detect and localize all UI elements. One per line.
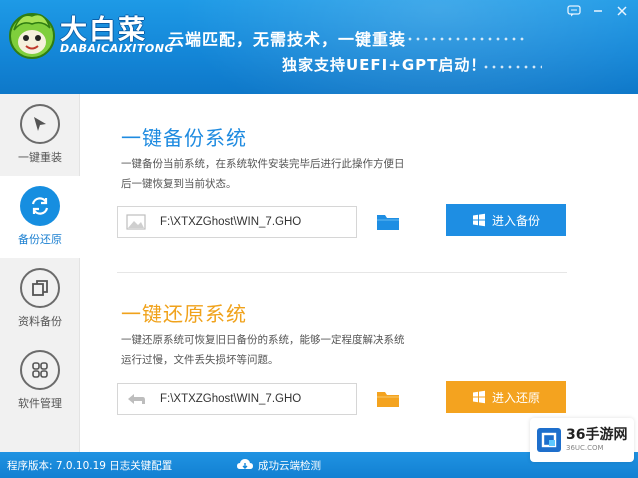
- window-controls: [564, 3, 632, 19]
- sidebar-item-label: 一键重装: [18, 151, 62, 164]
- enter-restore-button[interactable]: 进入还原: [446, 381, 566, 413]
- backup-path-field[interactable]: F:\XTXZGhost\WIN_7.GHO: [117, 206, 357, 238]
- restore-path-value: F:\XTXZGhost\WIN_7.GHO: [160, 393, 302, 405]
- sidebar-item-software-manager[interactable]: 软件管理: [0, 340, 80, 422]
- sidebar-item-label: 备份还原: [18, 233, 62, 246]
- app-logo-subtitle: DABAICAIXITONG: [60, 42, 174, 55]
- folder-browse-icon[interactable]: [375, 211, 401, 233]
- copy-squares-icon: [20, 268, 60, 308]
- watermark-url: 36UC.COM: [566, 444, 604, 452]
- section-divider: [117, 272, 567, 273]
- main-panel: 一键备份系统 一键备份当前系统，在系统软件安装完毕后进行此操作方便日后一键恢复到…: [81, 94, 638, 452]
- backup-path-value: F:\XTXZGhost\WIN_7.GHO: [160, 216, 302, 228]
- decorative-dots: [406, 36, 526, 42]
- watermark-title: 36手游网: [566, 427, 628, 443]
- windows-logo-icon: [472, 213, 485, 227]
- sidebar-item-label: 资料备份: [18, 315, 62, 328]
- sync-arrows-icon: [20, 186, 60, 226]
- sidebar-item-label: 软件管理: [18, 397, 62, 410]
- enter-restore-label: 进入还原: [491, 390, 540, 405]
- slogan-line-1: 云端匹配，无需技术，一键重装: [168, 30, 407, 49]
- feedback-icon[interactable]: [564, 3, 584, 19]
- restore-path-field[interactable]: F:\XTXZGhost\WIN_7.GHO: [117, 383, 357, 415]
- slogan-line-2: 独家支持UEFI+GPT启动！: [282, 56, 487, 74]
- status-message: 成功云端检测: [258, 459, 321, 472]
- cloud-download-icon: [237, 459, 253, 469]
- cursor-arrow-icon: [20, 104, 60, 144]
- folder-browse-icon[interactable]: [375, 388, 401, 410]
- close-icon[interactable]: [612, 3, 632, 19]
- sidebar-nav: 一键重装 备份还原 资料备份 软件管理: [0, 94, 80, 452]
- decorative-dots-2: [482, 64, 542, 70]
- sidebar-item-reinstall[interactable]: 一键重装: [0, 94, 80, 176]
- site-logo-icon: [537, 428, 561, 452]
- backup-description: 一键备份当前系统，在系统软件安装完毕后进行此操作方便日后一键恢复到当前状态。: [121, 158, 405, 190]
- image-file-icon: [118, 207, 154, 237]
- windows-logo-icon: [472, 390, 485, 404]
- app-header: 大白菜 DABAICAIXITONG 云端匹配，无需技术，一键重装 独家支持UE…: [0, 0, 638, 94]
- backup-section-title: 一键备份系统: [121, 126, 247, 150]
- version-text: 程序版本: 7.0.10.19 日志关键配置: [7, 459, 173, 472]
- watermark-text: 36手游网 36UC.COM: [566, 427, 627, 453]
- enter-backup-label: 进入备份: [491, 213, 540, 228]
- restore-section-title: 一键还原系统: [121, 302, 247, 326]
- restore-description: 一键还原系统可恢复旧日备份的系统，能够一定程度解决系统运行过慢，文件丢失损坏等问…: [121, 334, 405, 366]
- enter-backup-button[interactable]: 进入备份: [446, 204, 566, 236]
- sidebar-item-backup-restore[interactable]: 备份还原: [0, 176, 80, 258]
- sidebar-item-data-backup[interactable]: 资料备份: [0, 258, 80, 340]
- grid-apps-icon: [20, 350, 60, 390]
- cabbage-mascot-icon: [9, 13, 55, 59]
- minimize-icon[interactable]: [588, 3, 608, 19]
- restore-arrow-icon: [118, 384, 154, 414]
- site-watermark: 36手游网 36UC.COM: [530, 418, 634, 462]
